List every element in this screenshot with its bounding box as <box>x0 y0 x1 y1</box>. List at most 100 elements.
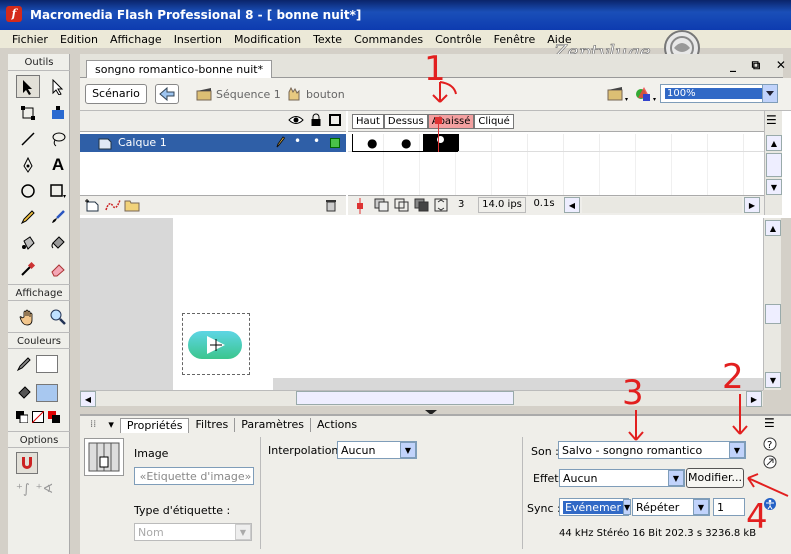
stage-vscroll-thumb[interactable] <box>765 304 781 324</box>
repeat-count-input[interactable]: 1 <box>713 498 745 516</box>
effect-select[interactable]: Aucun ▼ <box>559 469 685 487</box>
sync-select[interactable]: Evénemer ▼ <box>559 498 632 516</box>
chevron-down-icon[interactable]: ▼ <box>235 524 251 540</box>
frame-label-hit[interactable]: Cliqué <box>474 114 514 129</box>
layer-outline-color[interactable] <box>330 138 340 148</box>
menu-affichage[interactable]: Affichage <box>104 33 168 46</box>
stage-scroll-down[interactable]: ▼ <box>765 372 781 388</box>
chevron-down-icon[interactable]: ▼ <box>400 442 416 458</box>
onion-outline-icon[interactable] <box>394 198 410 215</box>
layer-name[interactable]: Calque 1 <box>118 136 167 149</box>
help-icon[interactable]: ? <box>763 437 777 454</box>
edit-symbol-button[interactable] <box>634 84 660 106</box>
repeat-select[interactable]: Répéter ▼ <box>632 498 710 516</box>
eyedropper-tool[interactable] <box>16 257 40 280</box>
chevron-down-icon[interactable]: ▼ <box>693 499 709 515</box>
menu-commandes[interactable]: Commandes <box>348 33 429 46</box>
stage-hscroll-thumb[interactable] <box>296 391 514 405</box>
no-color-icon[interactable] <box>32 411 44 423</box>
pen-tool[interactable] <box>16 153 40 176</box>
eraser-tool[interactable] <box>46 257 70 280</box>
timeline-menu-icon[interactable]: ☰ <box>766 113 777 127</box>
stroke-color-swatch[interactable] <box>36 355 58 373</box>
stage-scroll-left[interactable]: ◀ <box>80 391 96 407</box>
add-folder-icon[interactable] <box>124 198 140 215</box>
edit-multiple-frames-icon[interactable] <box>414 198 430 215</box>
rectangle-tool[interactable] <box>46 179 70 202</box>
paint-bucket-tool[interactable] <box>46 231 70 254</box>
minimize-button[interactable]: _ <box>730 58 736 74</box>
button-symbol-instance[interactable] <box>182 313 250 375</box>
chevron-down-icon[interactable]: ▼ <box>668 470 684 486</box>
timeline-scroll-up[interactable]: ▲ <box>766 135 782 151</box>
add-layer-icon[interactable] <box>84 198 100 215</box>
smooth-icon[interactable]: ⁺∫ <box>16 482 30 497</box>
stage-hscroll[interactable]: ◀ ▶ <box>80 390 763 407</box>
chevron-down-icon[interactable]: ▼ <box>622 499 632 515</box>
line-tool[interactable] <box>16 127 40 150</box>
tab-properties[interactable]: Propriétés <box>119 417 190 433</box>
edit-scene-button[interactable] <box>606 84 632 106</box>
straighten-icon[interactable]: ⁺∢ <box>36 482 54 497</box>
document-tab[interactable]: songno romantico-bonne nuit* <box>86 60 273 78</box>
keyframe-over[interactable]: ● <box>401 136 411 150</box>
timeline-scroll-left[interactable]: ◀ <box>564 197 580 213</box>
frame-label-up[interactable]: Haut <box>352 114 384 129</box>
brush-tool[interactable] <box>46 205 70 228</box>
oval-tool[interactable] <box>16 179 40 202</box>
menu-controle[interactable]: Contrôle <box>429 33 488 46</box>
snap-magnet-button[interactable] <box>16 452 38 474</box>
text-tool[interactable]: A <box>46 153 70 176</box>
layer-row[interactable]: Calque 1 • • <box>80 134 346 152</box>
pencil-tool[interactable] <box>16 205 40 228</box>
menu-modification[interactable]: Modification <box>228 33 307 46</box>
lock-icon[interactable] <box>310 113 322 130</box>
sound-select[interactable]: Salvo - songno romantico ▼ <box>558 441 746 459</box>
stage[interactable] <box>173 218 763 378</box>
breadcrumb-symbol[interactable]: bouton <box>286 86 345 102</box>
fill-transform-tool[interactable] <box>46 101 70 124</box>
playhead[interactable] <box>435 117 442 124</box>
panel-grip-icon[interactable]: ⁞⁞ <box>84 418 102 432</box>
tab-parameters[interactable]: Paramètres <box>235 418 311 432</box>
timeline-hscroll-track[interactable] <box>582 197 742 213</box>
add-guide-layer-icon[interactable] <box>104 198 122 215</box>
modify-onion-markers-icon[interactable] <box>434 198 448 215</box>
frame-label-over[interactable]: Dessus <box>383 114 428 129</box>
arrow-tool[interactable] <box>16 75 40 98</box>
tween-select[interactable]: Aucun ▼ <box>337 441 417 459</box>
stroke-color-control[interactable] <box>16 353 69 375</box>
keyframe-up[interactable]: ● <box>367 136 377 150</box>
stage-vscroll[interactable]: ▲ ▼ <box>763 218 781 390</box>
timeline-toggle-button[interactable]: Scénario <box>85 84 147 104</box>
swap-colors-icon[interactable] <box>48 411 60 423</box>
close-button[interactable]: ✕ <box>776 58 786 74</box>
center-frame-icon[interactable] <box>354 198 366 217</box>
label-type-select[interactable]: Nom ▼ <box>134 523 252 541</box>
frame-label-input[interactable]: «Etiquette d'image» <box>134 467 254 485</box>
eye-icon[interactable] <box>288 114 304 129</box>
tab-actions[interactable]: Actions <box>311 418 363 432</box>
breadcrumb-scene[interactable]: Séquence 1 <box>196 86 281 102</box>
timeline-scroll-right[interactable]: ▶ <box>744 197 760 213</box>
fill-color-swatch[interactable] <box>36 384 58 402</box>
zoom-tool[interactable] <box>46 305 70 328</box>
layer-lock-dot[interactable]: • <box>313 134 320 148</box>
hand-tool[interactable] <box>16 305 40 328</box>
ink-bottle-tool[interactable] <box>16 231 40 254</box>
properties-menu-icon[interactable]: ☰ <box>764 416 775 430</box>
timeline-scroll-thumb[interactable] <box>766 153 782 177</box>
trash-icon[interactable] <box>324 198 338 215</box>
collapse-panel-handle[interactable] <box>408 406 454 415</box>
timeline-scroll-down[interactable]: ▼ <box>766 179 782 195</box>
zoom-select[interactable]: 100% <box>660 84 778 103</box>
chevron-down-icon[interactable] <box>761 85 777 102</box>
modify-sound-button[interactable]: Modifier... <box>686 468 744 488</box>
fill-color-control[interactable] <box>16 381 69 405</box>
stage-scroll-up[interactable]: ▲ <box>765 220 781 236</box>
default-colors-icon[interactable] <box>16 411 28 423</box>
lasso-tool[interactable] <box>46 127 70 150</box>
menu-insertion[interactable]: Insertion <box>168 33 228 46</box>
timeline-vscroll[interactable]: ☰ ▲ ▼ <box>764 111 782 215</box>
outline-icon[interactable] <box>329 114 341 126</box>
